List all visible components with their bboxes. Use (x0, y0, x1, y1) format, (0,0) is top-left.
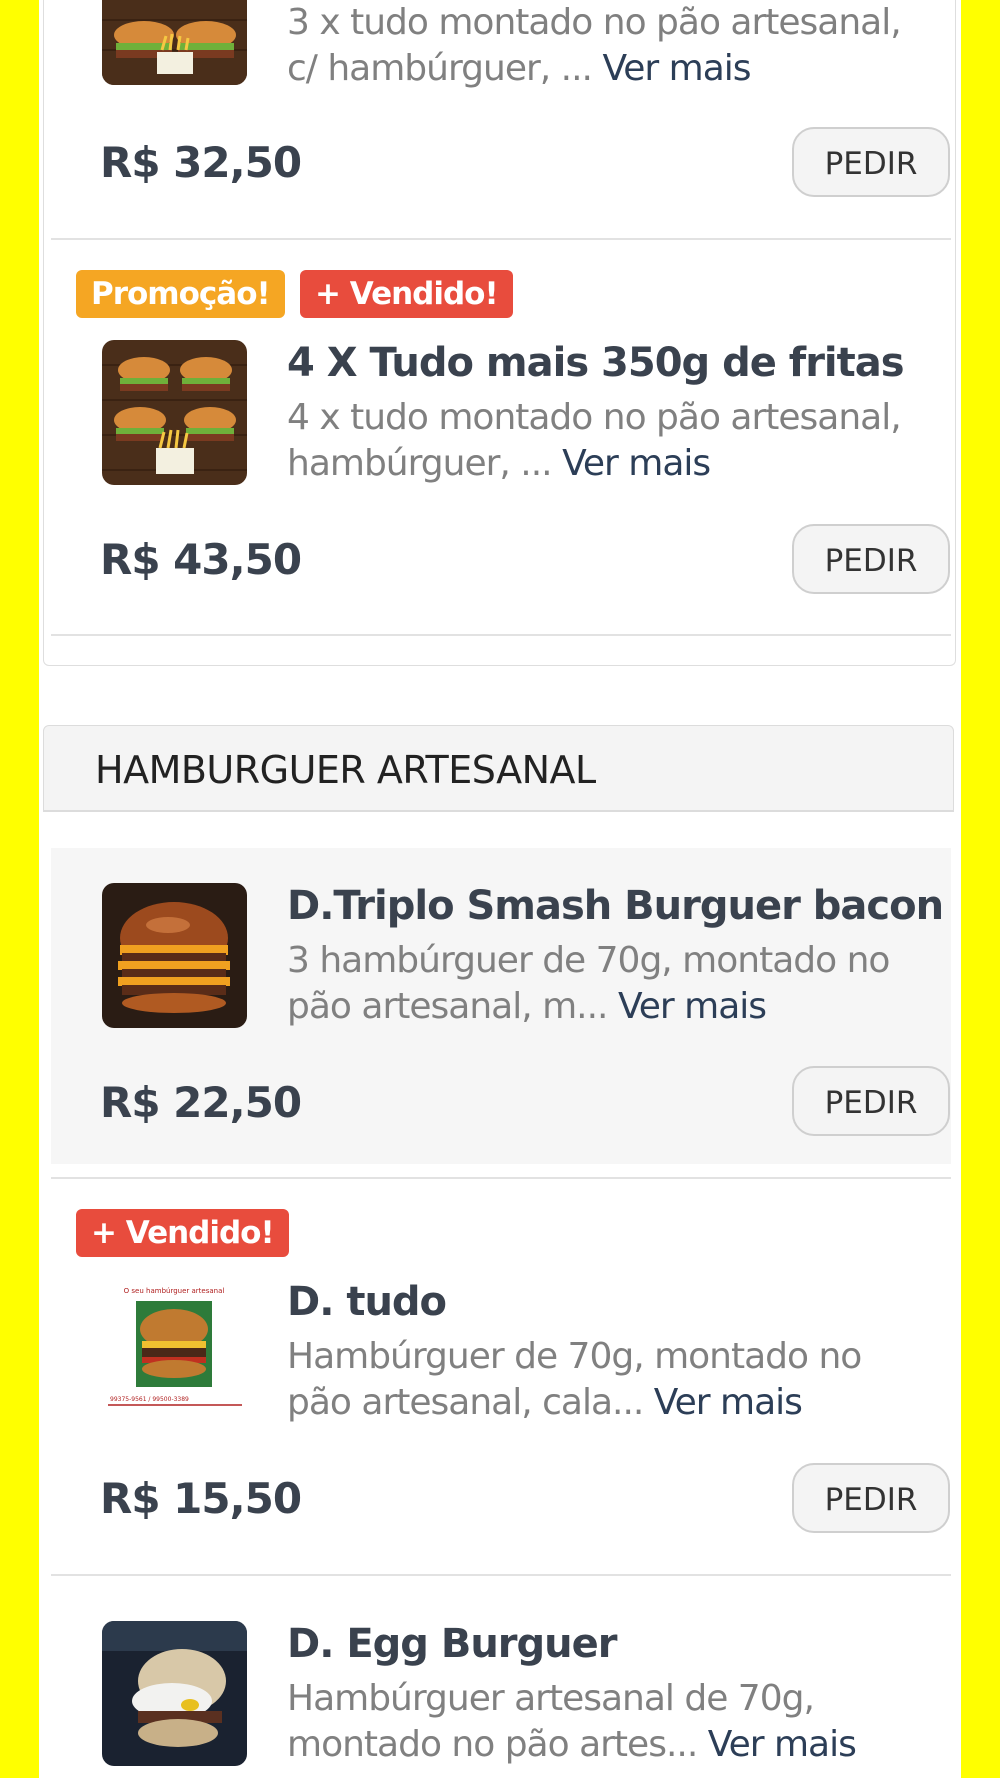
menu-item[interactable]: D.Triplo Smash Burguer bacon 3 hambúrgue… (51, 848, 951, 1164)
product-price: R$ 22,50 (100, 1078, 302, 1127)
menu-item[interactable]: D. Egg Burguer Hambúrguer artesanal de 7… (51, 1576, 951, 1778)
order-button[interactable]: PEDIR (792, 1463, 950, 1533)
product-title[interactable]: D. tudo (287, 1279, 937, 1325)
product-description: 3 hambúrguer de 70g, montado no pão arte… (287, 938, 927, 1030)
see-more-link[interactable]: Ver mais (602, 48, 751, 89)
product-title[interactable]: 4 X Tudo mais 350g de fritas (287, 340, 937, 386)
category-header: HAMBURGUER ARTESANAL (43, 725, 954, 812)
see-more-link[interactable]: Ver mais (562, 443, 711, 484)
see-more-link[interactable]: Ver mais (618, 986, 767, 1027)
product-price: R$ 15,50 (100, 1474, 302, 1523)
product-description: 3 x tudo montado no pão artesanal, c/ ha… (287, 0, 927, 92)
order-button[interactable]: PEDIR (792, 524, 950, 594)
menu-item[interactable]: + Vendido! O seu hambúrguer artesanal 99… (51, 1179, 951, 1574)
flyer-heading: O seu hambúrguer artesanal (124, 1287, 225, 1295)
product-price: R$ 32,50 (100, 138, 302, 187)
product-image[interactable] (102, 883, 247, 1028)
description-text: 3 x tudo montado no pão artesanal, c/ ha… (287, 2, 902, 89)
promo-badge: Promoção! (76, 270, 285, 318)
order-button[interactable]: PEDIR (792, 127, 950, 197)
product-image[interactable] (102, 1621, 247, 1766)
product-description: 4 x tudo montado no pão artesanal, hambú… (287, 395, 927, 487)
order-button[interactable]: PEDIR (792, 1066, 950, 1136)
divider (51, 634, 951, 636)
see-more-link[interactable]: Ver mais (654, 1382, 803, 1423)
product-description: Hambúrguer artesanal de 70g, montado no … (287, 1676, 927, 1768)
description-text: 3 hambúrguer de 70g, montado no pão arte… (287, 940, 890, 1027)
product-title[interactable]: D. Egg Burguer (287, 1621, 937, 1667)
category-title: HAMBURGUER ARTESANAL (95, 748, 596, 792)
product-image[interactable]: O seu hambúrguer artesanal 99375-9561 / … (102, 1279, 247, 1424)
menu-item[interactable]: 3 x tudo montado no pão artesanal, c/ ha… (51, 0, 951, 238)
menu-page: 3 x tudo montado no pão artesanal, c/ ha… (39, 0, 961, 1778)
best-seller-badge: + Vendido! (300, 270, 513, 318)
see-more-link[interactable]: Ver mais (708, 1724, 857, 1765)
product-price: R$ 43,50 (100, 535, 302, 584)
product-image[interactable] (102, 340, 247, 485)
product-description: Hambúrguer de 70g, montado no pão artesa… (287, 1334, 927, 1426)
flyer-phone: 99375-9561 / 99500-3389 (110, 1396, 189, 1403)
best-seller-badge: + Vendido! (76, 1209, 289, 1257)
product-title[interactable]: D.Triplo Smash Burguer bacon (287, 883, 944, 929)
product-image[interactable] (102, 0, 247, 85)
menu-item[interactable]: Promoção! + Vendido! 4 X Tudo mais 350g … (51, 240, 951, 635)
